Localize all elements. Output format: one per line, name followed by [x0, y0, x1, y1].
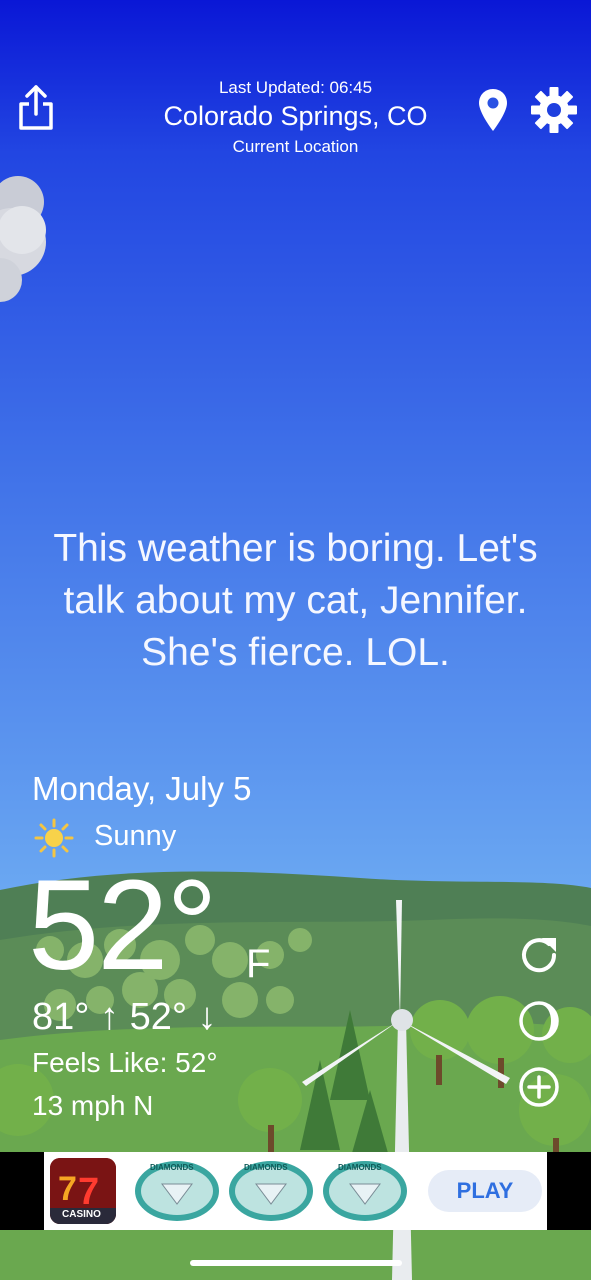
play-button[interactable]: PLAY [428, 1170, 542, 1212]
refresh-icon[interactable] [516, 932, 562, 978]
svg-text:7: 7 [78, 1171, 99, 1213]
home-indicator[interactable] [190, 1260, 402, 1266]
add-location-icon[interactable] [516, 1064, 562, 1110]
settings-gear-icon[interactable] [530, 86, 578, 134]
casino-badge-label: CASINO [62, 1209, 101, 1220]
svg-text:7: 7 [58, 1170, 77, 1208]
diamond-text-2: DIAMONDS [244, 1163, 288, 1172]
moon-phase-icon[interactable] [516, 998, 562, 1044]
sun-icon [34, 818, 74, 858]
temperature-unit: F [246, 942, 271, 986]
location-type-label: Current Location [232, 137, 359, 156]
location-pin-icon[interactable] [478, 88, 508, 132]
condition-label: Sunny [94, 820, 177, 852]
diamond-text-3: DIAMONDS [338, 1163, 382, 1172]
high-low-temperature: 81° ↑ 52° ↓ [32, 996, 217, 1038]
feels-like-label: Feels Like: 52° [32, 1047, 218, 1078]
current-temperature: 52° [28, 854, 218, 997]
wind-label: 13 mph N [32, 1090, 154, 1121]
cloud-decoration [0, 170, 60, 320]
date-label: Monday, July 5 [32, 770, 252, 807]
weather-message: This weather is boring. Let's talk about… [53, 527, 538, 674]
diamond-text-1: DIAMONDS [150, 1163, 194, 1172]
casino-app-logo[interactable]: 7 7 CASINO [50, 1158, 116, 1224]
